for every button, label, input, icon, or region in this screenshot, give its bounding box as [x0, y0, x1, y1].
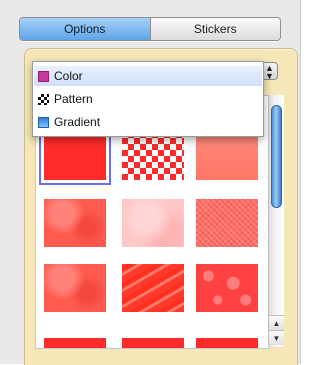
scroll-thumb[interactable]: [271, 105, 282, 208]
menu-item-gradient[interactable]: Gradient: [34, 112, 262, 132]
swatch-textured-red[interactable]: [44, 264, 106, 312]
pattern-icon: [38, 93, 49, 105]
fill-type-menu: Color Pattern Gradient: [32, 61, 264, 137]
swatch-bubbles-red[interactable]: [196, 264, 258, 312]
menu-item-label: Gradient: [54, 115, 101, 129]
swatch-noise-red[interactable]: [196, 199, 258, 247]
tab-stickers[interactable]: Stickers: [149, 18, 280, 40]
swatch-checker-red[interactable]: [122, 132, 184, 180]
swatch-row4-1[interactable]: [44, 338, 106, 348]
menu-item-label: Color: [54, 69, 83, 83]
menu-item-color[interactable]: Color: [34, 66, 262, 86]
swatch-solid-red[interactable]: [39, 127, 111, 185]
scroll-down-icon[interactable]: ▼: [269, 330, 284, 345]
swatch-peach[interactable]: [196, 132, 258, 180]
gradient-icon: [38, 116, 49, 128]
swatch-mottled-red[interactable]: [44, 199, 106, 247]
color-swatch-icon: [38, 70, 49, 82]
menu-item-pattern[interactable]: Pattern: [34, 89, 262, 109]
vertical-scrollbar[interactable]: ▲ ▼: [268, 95, 284, 347]
swatch-row4-2[interactable]: [122, 338, 184, 348]
tab-bar: Options Stickers: [19, 17, 281, 41]
scroll-up-icon[interactable]: ▲: [269, 315, 284, 330]
menu-item-label: Pattern: [54, 92, 93, 106]
swatch-soft-pink[interactable]: [122, 199, 184, 247]
swatch-wave-red[interactable]: [122, 264, 184, 312]
swatch-row4-3[interactable]: [196, 338, 258, 348]
options-panel: Options Stickers ▲ ▼ ▲ ▼ Color Pattern G…: [0, 0, 301, 365]
tab-options[interactable]: Options: [20, 18, 150, 40]
